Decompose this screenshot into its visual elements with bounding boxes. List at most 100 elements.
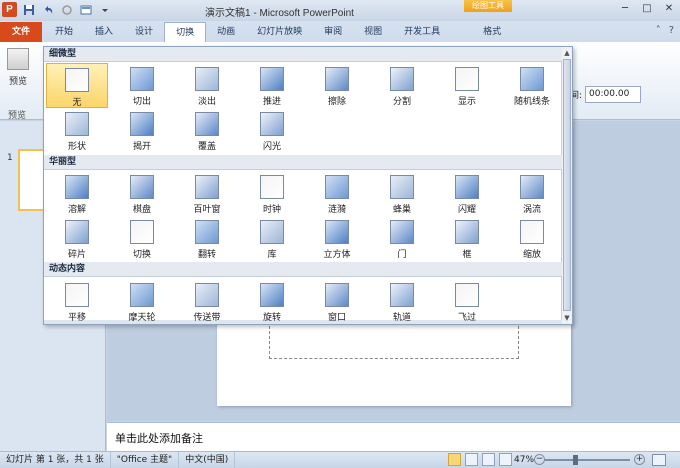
transition-thumbnail-icon (65, 68, 89, 92)
zoom-out-icon[interactable]: − (534, 454, 545, 465)
transition-thumbnail-icon (260, 175, 284, 199)
tab-slideshow[interactable]: 幻灯片放映 (246, 22, 313, 42)
transition-item[interactable]: 切换 (111, 216, 173, 261)
slide-number: 1 (7, 153, 13, 163)
transition-thumbnail-icon (195, 175, 219, 199)
timing-input[interactable]: 00:00.00 (585, 86, 642, 103)
tab-file[interactable]: 文件 (0, 22, 43, 42)
zoom-in-icon[interactable]: + (634, 454, 645, 465)
transition-item[interactable]: 框 (436, 216, 498, 261)
notes-pane[interactable]: 单击此处添加备注 (107, 422, 680, 452)
undo-icon[interactable] (40, 2, 55, 17)
transition-item[interactable]: 闪耀 (436, 171, 498, 216)
transition-item[interactable]: 窗口 (306, 279, 368, 324)
transition-label: 棋盘 (132, 205, 151, 215)
scroll-up-icon[interactable]: ▲ (562, 48, 572, 58)
maximize-icon[interactable]: □ (636, 0, 658, 16)
transition-thumbnail-icon (130, 67, 154, 91)
transition-item[interactable]: 百叶窗 (176, 171, 238, 216)
transition-item[interactable]: 时钟 (241, 171, 303, 216)
language[interactable]: 中文(中国) (179, 452, 236, 468)
transition-item[interactable]: 摩天轮 (111, 279, 173, 324)
transition-label: 推进 (262, 97, 281, 107)
tab-view[interactable]: 视图 (353, 22, 393, 42)
fit-to-window-icon[interactable] (652, 454, 666, 466)
save-icon[interactable] (21, 2, 36, 17)
redo-icon[interactable] (59, 2, 74, 17)
transition-item[interactable]: 缩放 (501, 216, 563, 261)
transition-item[interactable]: 轨道 (371, 279, 433, 324)
transition-label: 平移 (67, 313, 86, 323)
zoom-slider[interactable] (545, 455, 630, 465)
transition-label: 显示 (457, 97, 476, 107)
transition-item[interactable]: 旋转 (241, 279, 303, 324)
preview-button[interactable]: 预览 (4, 48, 32, 87)
subtitle-placeholder[interactable] (269, 321, 519, 359)
reading-view-icon[interactable] (482, 453, 495, 466)
tab-animations[interactable]: 动画 (206, 22, 246, 42)
transition-item[interactable]: 分割 (371, 63, 433, 108)
transition-label: 形状 (67, 142, 86, 152)
tab-design[interactable]: 设计 (124, 22, 164, 42)
minimize-ribbon-icon[interactable]: ˄ (656, 25, 661, 36)
transition-item[interactable]: 翻转 (176, 216, 238, 261)
window-controls: ─ □ ✕ (614, 0, 680, 16)
transition-item[interactable]: 涡流 (501, 171, 563, 216)
transition-item[interactable]: 飞过 (436, 279, 498, 324)
slide-sorter-icon[interactable] (465, 453, 478, 466)
powerpoint-app-icon[interactable]: P (2, 2, 17, 17)
transition-item[interactable]: 棋盘 (111, 171, 173, 216)
transition-item[interactable]: 切出 (111, 63, 173, 108)
zoom-percent[interactable]: 47% (514, 452, 534, 468)
normal-view-icon[interactable] (448, 453, 461, 466)
tab-review[interactable]: 审阅 (313, 22, 353, 42)
tab-developer[interactable]: 开发工具 (393, 22, 451, 42)
transition-item[interactable]: 推进 (241, 63, 303, 108)
gallery-section-header: 动态内容 (44, 262, 562, 277)
transition-label: 百叶窗 (193, 205, 221, 215)
transition-label: 涡流 (522, 205, 541, 215)
slideshow-view-icon[interactable] (499, 453, 512, 466)
scroll-thumb[interactable] (563, 59, 571, 311)
transition-thumbnail-icon (455, 67, 479, 91)
transition-item[interactable]: 揭开 (111, 108, 173, 153)
transition-item[interactable]: 库 (241, 216, 303, 261)
transition-thumbnail-icon (520, 175, 544, 199)
transition-thumbnail-icon (260, 220, 284, 244)
transition-item[interactable]: 蜂巢 (371, 171, 433, 216)
transition-item[interactable]: 溶解 (46, 171, 108, 216)
tab-home[interactable]: 开始 (44, 22, 84, 42)
tab-transitions[interactable]: 切换 (164, 22, 207, 42)
close-icon[interactable]: ✕ (658, 0, 680, 16)
transition-item[interactable]: 平移 (46, 279, 108, 324)
customize-icon[interactable] (97, 2, 112, 17)
drawing-tools-label: 绘图工具 (464, 0, 512, 12)
tab-insert[interactable]: 插入 (84, 22, 124, 42)
transition-item[interactable]: 门 (371, 216, 433, 261)
zoom-slider-knob[interactable] (573, 455, 578, 465)
slide-info: 幻灯片 第 1 张，共 1 张 (0, 452, 111, 468)
transition-item[interactable]: 传送带 (176, 279, 238, 324)
transition-item[interactable]: 立方体 (306, 216, 368, 261)
transition-label: 缩放 (522, 250, 541, 260)
scroll-down-icon[interactable]: ▼ (562, 313, 572, 323)
transition-item[interactable]: 碎片 (46, 216, 108, 261)
transition-item[interactable]: 闪光 (241, 108, 303, 153)
help-icon[interactable]: ? (669, 25, 674, 36)
transition-item[interactable]: 覆盖 (176, 108, 238, 153)
view-buttons (448, 453, 512, 466)
tab-format[interactable]: 格式 (469, 22, 515, 42)
transition-thumbnail-icon (130, 175, 154, 199)
transition-item[interactable]: 随机线条 (501, 63, 563, 108)
new-icon[interactable] (78, 2, 93, 17)
transition-item[interactable]: 显示 (436, 63, 498, 108)
transition-item[interactable]: 擦除 (306, 63, 368, 108)
transition-item[interactable]: 形状 (46, 108, 108, 153)
transition-thumbnail-icon (130, 283, 154, 307)
minimize-icon[interactable]: ─ (614, 0, 636, 16)
transition-item[interactable]: 淡出 (176, 63, 238, 108)
theme-name[interactable]: "Office 主题" (111, 452, 180, 468)
transition-item[interactable]: 无 (46, 63, 108, 108)
transition-thumbnail-icon (390, 220, 414, 244)
transition-item[interactable]: 涟漪 (306, 171, 368, 216)
